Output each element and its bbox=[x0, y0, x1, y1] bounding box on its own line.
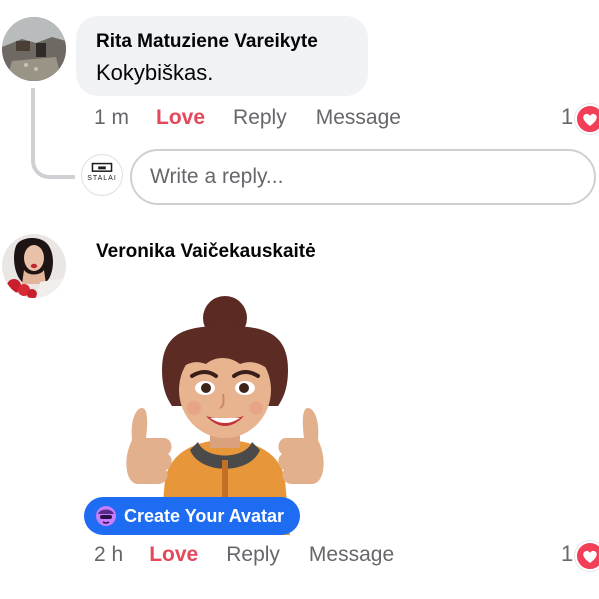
comment-author[interactable]: Rita Matuziene Vareikyte bbox=[96, 31, 318, 53]
avatar[interactable] bbox=[2, 17, 66, 81]
love-button[interactable]: Love bbox=[149, 543, 198, 567]
comment-timestamp[interactable]: 2 h bbox=[94, 543, 123, 567]
reply-button[interactable]: Reply bbox=[233, 106, 287, 130]
reaction-count[interactable]: 1 bbox=[561, 104, 573, 130]
create-avatar-label: Create Your Avatar bbox=[124, 505, 285, 526]
stalai-logo-text: STALAI bbox=[87, 175, 117, 182]
comment-text: Kokybiškas. bbox=[96, 60, 214, 85]
heart-icon[interactable] bbox=[575, 541, 599, 571]
thread-connector-line bbox=[31, 88, 75, 179]
message-button[interactable]: Message bbox=[316, 106, 401, 130]
reply-button[interactable]: Reply bbox=[226, 543, 280, 567]
reaction-count[interactable]: 1 bbox=[561, 541, 573, 567]
reply-input[interactable] bbox=[130, 149, 596, 205]
love-button[interactable]: Love bbox=[156, 106, 205, 130]
comment-thread: Rita Matuziene Vareikyte Kokybiškas. 1 m… bbox=[0, 0, 599, 599]
comment-timestamp[interactable]: 1 m bbox=[94, 106, 129, 130]
avatar[interactable]: STALAI bbox=[81, 154, 123, 196]
comment-actions: 1 m Love Reply Message bbox=[94, 106, 401, 130]
create-avatar-button[interactable]: Create Your Avatar bbox=[84, 497, 301, 535]
avatar[interactable] bbox=[2, 234, 66, 298]
comment-actions: 2 h Love Reply Message bbox=[94, 543, 394, 567]
heart-icon[interactable] bbox=[575, 104, 599, 134]
profile-photo-veronika bbox=[2, 234, 66, 298]
message-button[interactable]: Message bbox=[309, 543, 394, 567]
profile-photo-rita bbox=[2, 17, 66, 81]
comment-author[interactable]: Veronika Vaičekauskaitė bbox=[96, 241, 316, 263]
avatar-face-icon bbox=[94, 504, 118, 528]
